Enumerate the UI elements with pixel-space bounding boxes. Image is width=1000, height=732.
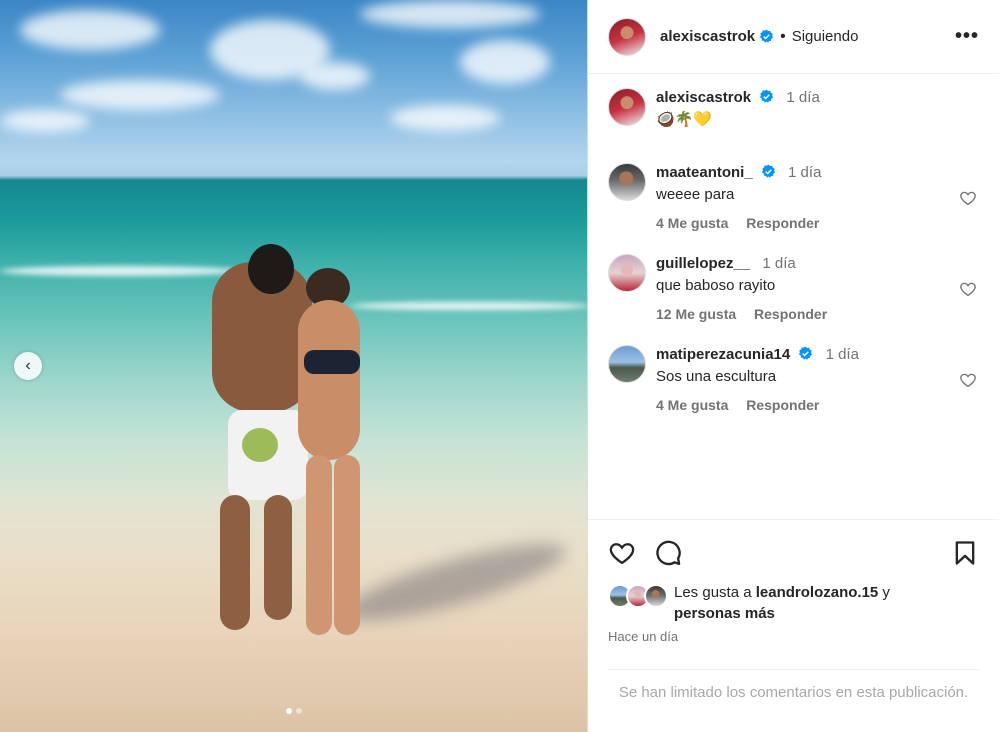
- comment-time[interactable]: 1 día: [826, 346, 859, 363]
- caption-username[interactable]: alexiscastrok: [656, 89, 751, 106]
- comments-limited-notice: Se han limitado los comentarios en esta …: [608, 669, 979, 704]
- post-photo: ‹: [0, 0, 587, 732]
- header-separator: •: [780, 27, 786, 45]
- author-avatar[interactable]: [608, 17, 646, 56]
- verified-icon: [760, 89, 774, 103]
- post-side-panel: alexiscastrok • Siguiendo ••• alexiscast…: [587, 0, 999, 732]
- comment-time[interactable]: 1 día: [762, 255, 795, 272]
- comment-text: weeee para: [656, 186, 735, 203]
- like-comment-heart-icon[interactable]: [959, 189, 977, 207]
- comment-likes[interactable]: 4 Me gusta: [656, 215, 728, 231]
- following-button[interactable]: Siguiendo: [792, 28, 859, 45]
- commenter-avatar[interactable]: [608, 254, 646, 292]
- likes-more-link[interactable]: personas más: [674, 605, 775, 622]
- woman-leg: [306, 455, 332, 635]
- commenter-avatar[interactable]: [608, 345, 646, 383]
- liker-avatar[interactable]: [644, 584, 668, 608]
- comment-text: Sos una escultura: [656, 368, 777, 385]
- couple-shadow: [338, 529, 572, 635]
- carousel-dots: [0, 708, 587, 714]
- carousel-dot: [285, 708, 292, 714]
- likes-summary: Les gusta a leandrolozano.15 y personas …: [608, 582, 979, 624]
- comments-list: alexiscastrok 1 día 🥥🌴💛 maateantoni_ 1 d…: [588, 74, 999, 413]
- caption-time[interactable]: 1 día: [786, 89, 819, 106]
- comment-likes[interactable]: 4 Me gusta: [656, 397, 728, 413]
- commenter-username[interactable]: guillelopez__: [656, 255, 750, 272]
- verified-icon: [799, 346, 813, 360]
- verified-icon: [760, 29, 774, 43]
- post-header: alexiscastrok • Siguiendo •••: [588, 0, 999, 74]
- coconut: [242, 428, 278, 462]
- like-comment-heart-icon[interactable]: [959, 371, 977, 389]
- author-username[interactable]: alexiscastrok: [660, 28, 755, 45]
- post-date[interactable]: Hace un día: [608, 629, 979, 644]
- man-leg: [264, 495, 292, 620]
- liker-username[interactable]: leandrolozano.15: [756, 584, 879, 601]
- woman-torso: [298, 300, 360, 460]
- reply-button[interactable]: Responder: [746, 215, 819, 231]
- cloud: [0, 110, 90, 132]
- comment-time[interactable]: 1 día: [788, 164, 821, 181]
- liker-avatars: [608, 584, 668, 608]
- more-options-icon[interactable]: •••: [955, 25, 979, 48]
- verified-icon: [761, 164, 775, 178]
- cloud: [460, 40, 550, 84]
- reply-button[interactable]: Responder: [754, 306, 827, 322]
- reply-button[interactable]: Responder: [746, 397, 819, 413]
- likes-text: Les gusta a leandrolozano.15 y personas …: [674, 582, 890, 624]
- cloud: [60, 80, 220, 110]
- caption-text: 🥥🌴💛: [656, 111, 713, 128]
- likes-prefix: Les gusta a: [674, 584, 756, 601]
- save-bookmark-icon[interactable]: [951, 539, 979, 567]
- wave: [350, 302, 587, 310]
- caption-avatar[interactable]: [608, 88, 646, 126]
- woman-top: [304, 350, 360, 374]
- man-head: [248, 244, 294, 294]
- carousel-prev-button[interactable]: ‹: [14, 352, 42, 380]
- cloud: [390, 105, 500, 131]
- comment-item: maateantoni_ 1 día weeee para 4 Me gusta…: [608, 163, 979, 231]
- commenter-avatar[interactable]: [608, 163, 646, 201]
- action-bar: [608, 520, 979, 584]
- likes-suffix: y: [878, 584, 890, 601]
- woman-leg: [334, 455, 360, 635]
- like-heart-icon[interactable]: [608, 539, 636, 567]
- cloud: [20, 10, 160, 50]
- man-leg: [220, 495, 250, 630]
- post-actions-area: Les gusta a leandrolozano.15 y personas …: [588, 519, 999, 644]
- comment-likes[interactable]: 12 Me gusta: [656, 306, 736, 322]
- commenter-username[interactable]: matiperezacunia14: [656, 346, 790, 363]
- wave: [0, 266, 240, 276]
- comment-item: guillelopez__ 1 día que baboso rayito 12…: [608, 254, 979, 322]
- cloud: [300, 62, 370, 90]
- comment-text: que baboso rayito: [656, 277, 776, 294]
- carousel-dot: [295, 708, 302, 714]
- like-comment-heart-icon[interactable]: [959, 280, 977, 298]
- cloud: [360, 0, 540, 28]
- post-caption: alexiscastrok 1 día 🥥🌴💛: [608, 88, 979, 131]
- comment-item: matiperezacunia14 1 día Sos una escultur…: [608, 345, 979, 413]
- comment-icon[interactable]: [654, 539, 682, 567]
- commenter-username[interactable]: maateantoni_: [656, 164, 753, 181]
